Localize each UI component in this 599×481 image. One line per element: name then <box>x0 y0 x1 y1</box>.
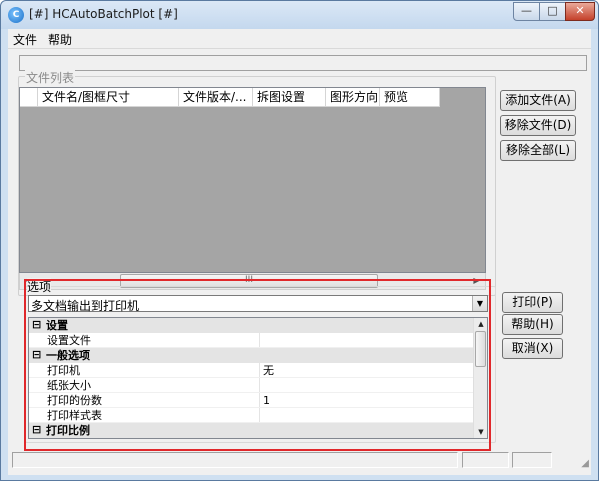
menu-help[interactable]: 帮助 <box>48 31 72 48</box>
app-logo-icon: C <box>8 7 24 23</box>
status-cell-main <box>12 452 458 468</box>
print-button[interactable]: 打印(P) <box>502 292 563 313</box>
column-split-settings[interactable]: 拆图设置 <box>253 88 326 107</box>
column-select[interactable] <box>20 88 38 107</box>
file-list-view[interactable]: 文件名/图框尺寸 文件版本/... 拆图设置 图形方向 预览 <box>19 87 486 273</box>
minimize-button[interactable]: — <box>513 2 540 21</box>
status-bar: ◢ <box>8 451 591 469</box>
column-orientation[interactable]: 图形方向 <box>326 88 380 107</box>
title-bar[interactable]: C [#] HCAutoBatchPlot [#] — □ ✕ <box>1 1 598 29</box>
file-list-legend: 文件列表 <box>25 69 76 86</box>
cancel-button[interactable]: 取消(X) <box>502 338 563 359</box>
status-cell-3 <box>512 452 552 468</box>
highlight-box <box>24 279 491 451</box>
close-button[interactable]: ✕ <box>565 2 595 21</box>
status-cell-2 <box>462 452 509 468</box>
resize-grip-icon[interactable]: ◢ <box>581 458 589 469</box>
help-button[interactable]: 帮助(H) <box>502 314 563 335</box>
add-file-button[interactable]: 添加文件(A) <box>500 90 576 111</box>
path-display <box>19 55 587 71</box>
remove-all-button[interactable]: 移除全部(L) <box>500 140 576 161</box>
file-list-header: 文件名/图框尺寸 文件版本/... 拆图设置 图形方向 预览 <box>20 88 440 107</box>
column-version[interactable]: 文件版本/... <box>179 88 253 107</box>
column-filename[interactable]: 文件名/图框尺寸 <box>38 88 179 107</box>
maximize-button[interactable]: □ <box>539 2 566 21</box>
column-preview[interactable]: 预览 <box>380 88 440 107</box>
menu-bar: 文件 帮助 <box>8 29 591 49</box>
window-title: [#] HCAutoBatchPlot [#] <box>29 7 178 21</box>
app-window: C [#] HCAutoBatchPlot [#] — □ ✕ 文件 帮助 文件… <box>0 0 599 481</box>
client-area: 文件 帮助 文件列表 文件名/图框尺寸 文件版本/... 拆图设置 图形方向 预… <box>8 29 591 475</box>
menu-file[interactable]: 文件 <box>13 31 37 48</box>
remove-file-button[interactable]: 移除文件(D) <box>500 115 576 136</box>
